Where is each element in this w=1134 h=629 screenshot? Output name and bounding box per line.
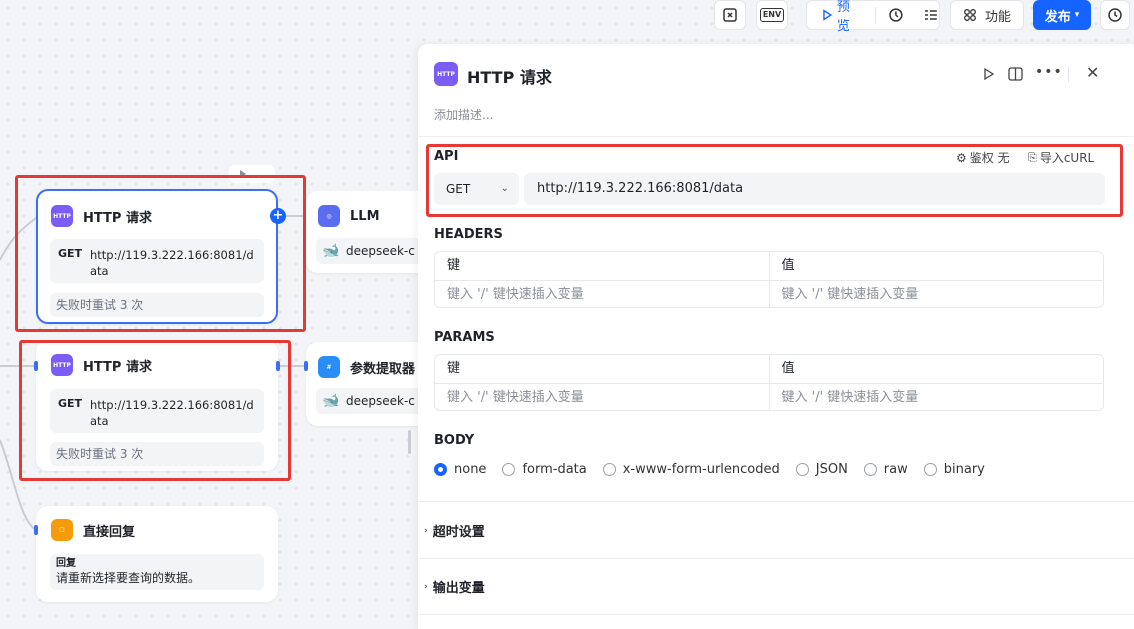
publish-button[interactable]: 发布 ▾ <box>1033 0 1091 30</box>
radio-binary[interactable]: binary <box>923 462 985 477</box>
close-icon[interactable]: ✕ <box>1086 63 1099 82</box>
radio-selected-icon <box>434 463 447 476</box>
reply-box: 回复 请重新选择要查询的数据。 <box>50 554 264 590</box>
http-icon: HTTP <box>434 62 458 86</box>
headers-table: 键 值 键入 '/' 键快速插入变量 键入 '/' 键快速插入变量 <box>434 251 1104 308</box>
table-row: 键入 '/' 键快速插入变量 键入 '/' 键快速插入变量 <box>435 280 1104 307</box>
highlight-box <box>426 144 1123 217</box>
value-header: 值 <box>768 252 1104 280</box>
radio-label: form-data <box>522 462 587 477</box>
radio-label: none <box>454 462 487 477</box>
history-button[interactable] <box>1100 0 1130 30</box>
direct-reply-node[interactable]: ☐ 直接回复 回复 请重新选择要查询的数据。 <box>36 506 278 602</box>
output-variables-toggle[interactable]: › 输出变量 <box>424 577 485 596</box>
divider <box>1068 66 1069 82</box>
preview-group: 预览 <box>806 0 940 34</box>
header-key-input[interactable]: 键入 '/' 键快速插入变量 <box>435 281 769 307</box>
table-row: 键 值 <box>435 252 1103 280</box>
table-row: 键 值 <box>435 355 1103 383</box>
output-label: 输出变量 <box>432 581 485 596</box>
table-row: 键入 '/' 键快速插入变量 键入 '/' 键快速插入变量 <box>435 383 1104 410</box>
publish-label: 发布 <box>1044 9 1071 25</box>
radio-none[interactable]: none <box>434 462 486 477</box>
env-icon: ENV <box>759 8 785 22</box>
radio-icon <box>795 463 809 476</box>
llm-node[interactable]: ◎ LLM 🐋 deepseek-c <box>306 191 436 273</box>
play-icon <box>823 9 833 21</box>
node-title: LLM <box>350 208 380 224</box>
radio-json[interactable]: JSON <box>795 462 848 477</box>
chevron-right-icon: › <box>424 525 428 536</box>
features-label: 功能 <box>984 9 1011 25</box>
radio-icon <box>502 463 516 476</box>
features-button[interactable]: 功能 <box>950 0 1024 30</box>
input-port <box>34 525 38 535</box>
radio-icon <box>602 463 616 476</box>
parameter-extractor-icon: # <box>318 356 340 378</box>
divider <box>418 558 1134 559</box>
split-view-icon[interactable] <box>1008 67 1023 81</box>
divider <box>418 614 1134 615</box>
highlight-box <box>19 340 291 481</box>
header-value-input[interactable]: 键入 '/' 键快速插入变量 <box>768 281 1104 307</box>
divider <box>418 501 1134 502</box>
chevron-right-icon: › <box>424 581 428 592</box>
timeout-label: 超时设置 <box>432 525 485 540</box>
radio-label: binary <box>943 462 985 477</box>
radio-label: raw <box>883 462 908 477</box>
run-history-icon[interactable] <box>888 7 904 23</box>
value-header: 值 <box>768 355 1104 383</box>
headers-label: HEADERS <box>434 227 503 242</box>
preview-button[interactable]: 预览 <box>837 0 863 34</box>
radio-icon <box>923 463 937 476</box>
params-table: 键 值 键入 '/' 键快速插入变量 键入 '/' 键快速插入变量 <box>434 354 1104 411</box>
param-value-input[interactable]: 键入 '/' 键快速插入变量 <box>768 384 1104 410</box>
parameter-extractor-node[interactable]: # 参数提取器 🐋 deepseek-c <box>306 342 436 426</box>
body-label: BODY <box>434 433 475 448</box>
reply-icon: ☐ <box>51 519 73 541</box>
body-type-radio-group: none form-data x-www-form-urlencoded JSO… <box>434 462 1001 477</box>
history-icon <box>1108 8 1122 22</box>
reply-text: 请重新选择要查询的数据。 <box>56 571 201 585</box>
reply-label: 回复 <box>56 558 76 569</box>
env-button[interactable]: ENV <box>756 0 788 30</box>
node-title: 直接回复 <box>83 524 136 540</box>
divider <box>418 136 1134 137</box>
key-header: 键 <box>447 258 461 273</box>
node-title: 参数提取器 <box>350 361 416 377</box>
model-label: deepseek-c <box>346 394 415 408</box>
more-icon[interactable]: ••• <box>1035 64 1063 80</box>
features-icon <box>964 9 976 21</box>
deepseek-icon: 🐋 <box>322 393 340 409</box>
key-header: 键 <box>447 361 461 376</box>
panel-title[interactable]: HTTP 请求 <box>467 64 552 88</box>
params-label: PARAMS <box>434 330 495 345</box>
chevron-down-icon: ▾ <box>1074 10 1080 20</box>
input-port <box>304 361 308 371</box>
llm-icon: ◎ <box>318 205 340 227</box>
run-node-icon[interactable] <box>982 67 996 81</box>
model-label: deepseek-c <box>346 244 415 258</box>
timeout-settings-toggle[interactable]: › 超时设置 <box>424 521 485 540</box>
radio-label: x-www-form-urlencoded <box>622 462 780 477</box>
checklist-x-icon <box>723 8 737 22</box>
checklist-icon-button[interactable] <box>714 0 746 30</box>
node-config-panel: HTTP HTTP 请求 ••• ✕ 添加描述... API ⚙ 鉴权 无 ⎘ … <box>418 44 1134 629</box>
deepseek-icon: 🐋 <box>322 243 340 259</box>
radio-form-data[interactable]: form-data <box>502 462 587 477</box>
param-key-input[interactable]: 键入 '/' 键快速插入变量 <box>435 384 769 410</box>
highlight-box <box>15 175 306 332</box>
checklist-icon[interactable] <box>923 7 939 23</box>
description-placeholder[interactable]: 添加描述... <box>434 106 493 123</box>
radio-raw[interactable]: raw <box>863 462 908 477</box>
radio-icon <box>863 463 877 476</box>
radio-label: JSON <box>815 462 848 477</box>
radio-x-www-form-urlencoded[interactable]: x-www-form-urlencoded <box>602 462 780 477</box>
